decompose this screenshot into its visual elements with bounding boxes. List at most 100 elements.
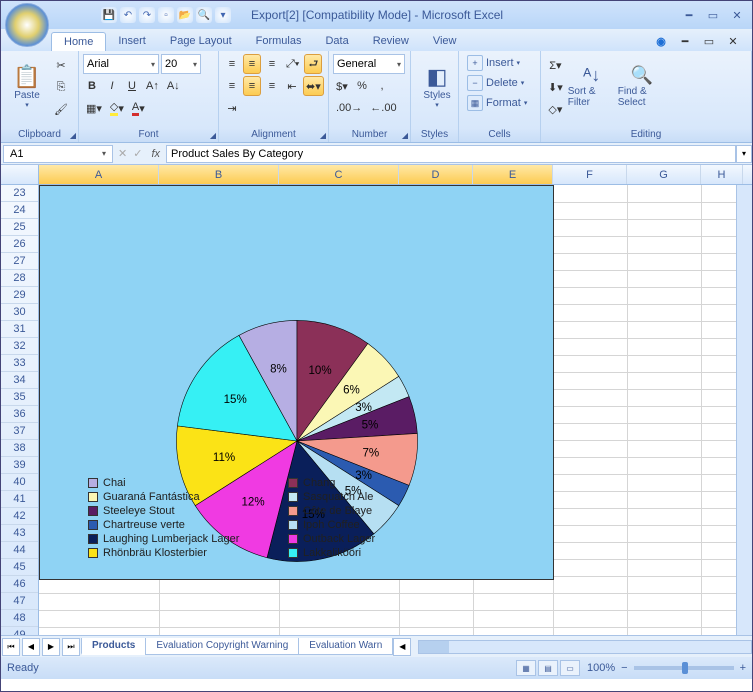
horizontal-scrollbar[interactable] <box>418 640 752 654</box>
row-header-30[interactable]: 30 <box>1 304 38 321</box>
tab-formulas[interactable]: Formulas <box>244 32 314 51</box>
col-header-A[interactable]: A <box>39 165 159 184</box>
row-header-27[interactable]: 27 <box>1 253 38 270</box>
fill-color-icon[interactable]: ◇▾ <box>107 98 127 118</box>
font-dialog-icon[interactable]: ◢ <box>210 131 216 140</box>
font-name-combo[interactable]: Arial▾ <box>83 54 159 74</box>
row-header-40[interactable]: 40 <box>1 474 38 491</box>
zoom-slider[interactable] <box>634 666 734 670</box>
cut-icon[interactable]: ✂ <box>51 55 71 75</box>
find-select-button[interactable]: 🔍Find & Select <box>618 53 666 119</box>
row-header-48[interactable]: 48 <box>1 610 38 627</box>
row-header-42[interactable]: 42 <box>1 508 38 525</box>
row-header-41[interactable]: 41 <box>1 491 38 508</box>
autosum-icon[interactable]: Σ▾ <box>545 55 566 75</box>
enter-formula-icon[interactable]: ✓ <box>130 147 145 160</box>
sheet-nav-last-icon[interactable]: ⏭ <box>62 638 80 656</box>
sheet-tab-products[interactable]: Products <box>81 638 146 655</box>
row-header-26[interactable]: 26 <box>1 236 38 253</box>
row-header-37[interactable]: 37 <box>1 423 38 440</box>
shrink-font-icon[interactable]: A↓ <box>164 76 183 96</box>
sheet-nav-next-icon[interactable]: ▶ <box>42 638 60 656</box>
workbook-restore-icon[interactable]: ▭ <box>700 31 718 51</box>
row-header-38[interactable]: 38 <box>1 440 38 457</box>
tab-page-layout[interactable]: Page Layout <box>158 32 244 51</box>
sheet-nav-first-icon[interactable]: ⏮ <box>2 638 20 656</box>
qat-save-icon[interactable]: 💾 <box>101 7 117 23</box>
number-format-combo[interactable]: General▾ <box>333 54 405 74</box>
orientation-icon[interactable]: ⤢▾ <box>283 54 302 74</box>
copy-icon[interactable]: ⎘ <box>51 77 71 97</box>
font-color-icon[interactable]: A▾ <box>129 98 148 118</box>
qat-preview-icon[interactable]: 🔍 <box>196 7 212 23</box>
select-all-corner[interactable] <box>1 165 39 184</box>
row-header-28[interactable]: 28 <box>1 270 38 287</box>
wrap-text-icon[interactable]: ⮐ <box>304 54 322 74</box>
paste-button[interactable]: 📋Paste▾ <box>5 53 49 119</box>
row-header-47[interactable]: 47 <box>1 593 38 610</box>
delete-cells-button[interactable]: −Delete▾ <box>463 73 536 93</box>
row-header-35[interactable]: 35 <box>1 389 38 406</box>
clear-icon[interactable]: ◇▾ <box>545 99 566 119</box>
borders-icon[interactable]: ▦▾ <box>83 98 105 118</box>
row-header-43[interactable]: 43 <box>1 525 38 542</box>
italic-button[interactable]: I <box>103 76 121 96</box>
insert-cells-button[interactable]: +Insert▾ <box>463 53 536 73</box>
help-icon[interactable]: ◉ <box>652 31 670 51</box>
col-header-H[interactable]: H <box>701 165 743 184</box>
increase-decimal-icon[interactable]: .00→ <box>333 98 365 118</box>
styles-button[interactable]: ◧Styles▾ <box>415 53 459 119</box>
page-break-view-icon[interactable]: ▭ <box>560 660 580 676</box>
align-top-icon[interactable]: ≡ <box>223 54 241 74</box>
tab-view[interactable]: View <box>421 32 469 51</box>
insert-function-icon[interactable]: fx <box>145 148 166 160</box>
col-header-B[interactable]: B <box>159 165 279 184</box>
row-header-46[interactable]: 46 <box>1 576 38 593</box>
sheet-tab-evaluation-warn[interactable]: Evaluation Warn <box>298 638 393 655</box>
number-dialog-icon[interactable]: ◢ <box>402 131 408 140</box>
tab-home[interactable]: Home <box>51 32 106 51</box>
font-size-combo[interactable]: 20▾ <box>161 54 201 74</box>
currency-icon[interactable]: $▾ <box>333 76 351 96</box>
row-header-39[interactable]: 39 <box>1 457 38 474</box>
underline-button[interactable]: U <box>123 76 141 96</box>
row-header-31[interactable]: 31 <box>1 321 38 338</box>
office-button[interactable] <box>5 3 49 47</box>
vertical-scrollbar[interactable] <box>736 185 752 635</box>
row-header-29[interactable]: 29 <box>1 287 38 304</box>
sheet-tab-evaluation-copyright-warning[interactable]: Evaluation Copyright Warning <box>145 638 299 655</box>
tab-insert[interactable]: Insert <box>106 32 158 51</box>
bold-button[interactable]: B <box>83 76 101 96</box>
decrease-decimal-icon[interactable]: ←.00 <box>367 98 399 118</box>
format-cells-button[interactable]: ▦Format▾ <box>463 93 536 113</box>
ribbon-minimize-icon[interactable]: ━ <box>676 31 694 51</box>
formula-bar-expand-icon[interactable]: ▾ <box>736 145 752 163</box>
zoom-out-icon[interactable]: − <box>621 662 627 674</box>
close-button[interactable]: ✕ <box>728 8 746 22</box>
fill-icon[interactable]: ⬇▾ <box>545 77 566 97</box>
row-header-44[interactable]: 44 <box>1 542 38 559</box>
row-header-23[interactable]: 23 <box>1 185 38 202</box>
zoom-level[interactable]: 100% <box>587 662 615 674</box>
col-header-G[interactable]: G <box>627 165 701 184</box>
cancel-formula-icon[interactable]: ✕ <box>115 147 130 160</box>
col-header-D[interactable]: D <box>399 165 473 184</box>
chart-object[interactable]: 8%10%6%3%5%7%3%5%15%12%11%15% ChaiChangG… <box>39 185 554 580</box>
grow-font-icon[interactable]: A↑ <box>143 76 162 96</box>
zoom-in-icon[interactable]: + <box>740 662 746 674</box>
tab-review[interactable]: Review <box>361 32 421 51</box>
align-bottom-icon[interactable]: ≡ <box>263 54 281 74</box>
qat-redo-icon[interactable]: ↷ <box>139 7 155 23</box>
sheet-nav-prev-icon[interactable]: ◀ <box>22 638 40 656</box>
minimize-button[interactable]: ━ <box>680 8 698 22</box>
row-header-32[interactable]: 32 <box>1 338 38 355</box>
align-right-icon[interactable]: ≡ <box>263 76 281 96</box>
qat-dropdown-icon[interactable]: ▾ <box>215 7 231 23</box>
tab-scroll-icon[interactable]: ◀ <box>393 638 411 656</box>
tab-data[interactable]: Data <box>313 32 360 51</box>
percent-icon[interactable]: % <box>353 76 371 96</box>
row-header-45[interactable]: 45 <box>1 559 38 576</box>
workbook-close-icon[interactable]: ✕ <box>724 31 742 51</box>
page-layout-view-icon[interactable]: ▤ <box>538 660 558 676</box>
comma-icon[interactable]: , <box>373 76 391 96</box>
